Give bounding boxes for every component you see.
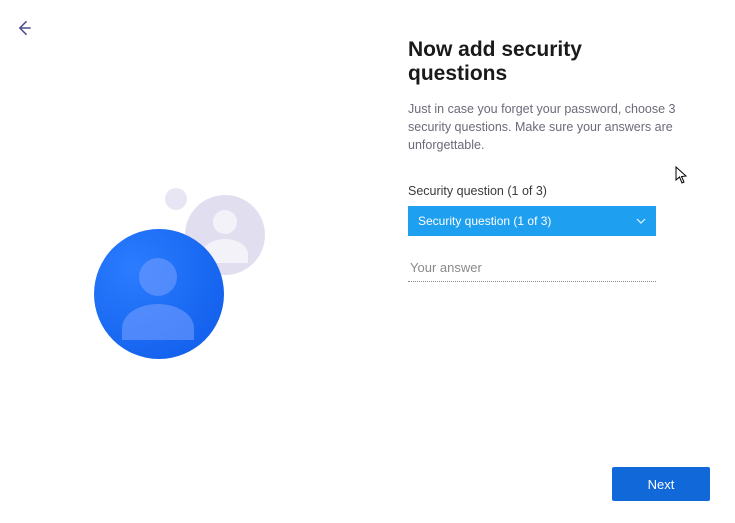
secondary-avatar-head — [213, 210, 237, 234]
question-label: Security question (1 of 3) — [408, 184, 678, 198]
back-button[interactable] — [14, 18, 38, 42]
answer-input[interactable] — [408, 254, 656, 282]
dropdown-selected-text: Security question (1 of 3) — [418, 214, 551, 228]
page-title: Now add security questions — [408, 38, 678, 86]
decorative-dot — [165, 188, 187, 210]
next-button[interactable]: Next — [612, 467, 710, 501]
page-subtitle: Just in case you forget your password, c… — [408, 100, 678, 154]
primary-avatar-head — [139, 258, 177, 296]
content-panel: Now add security questions Just in case … — [408, 38, 678, 282]
chevron-down-icon — [636, 216, 646, 227]
user-illustration — [60, 170, 310, 420]
security-question-dropdown[interactable]: Security question (1 of 3) — [408, 206, 656, 236]
